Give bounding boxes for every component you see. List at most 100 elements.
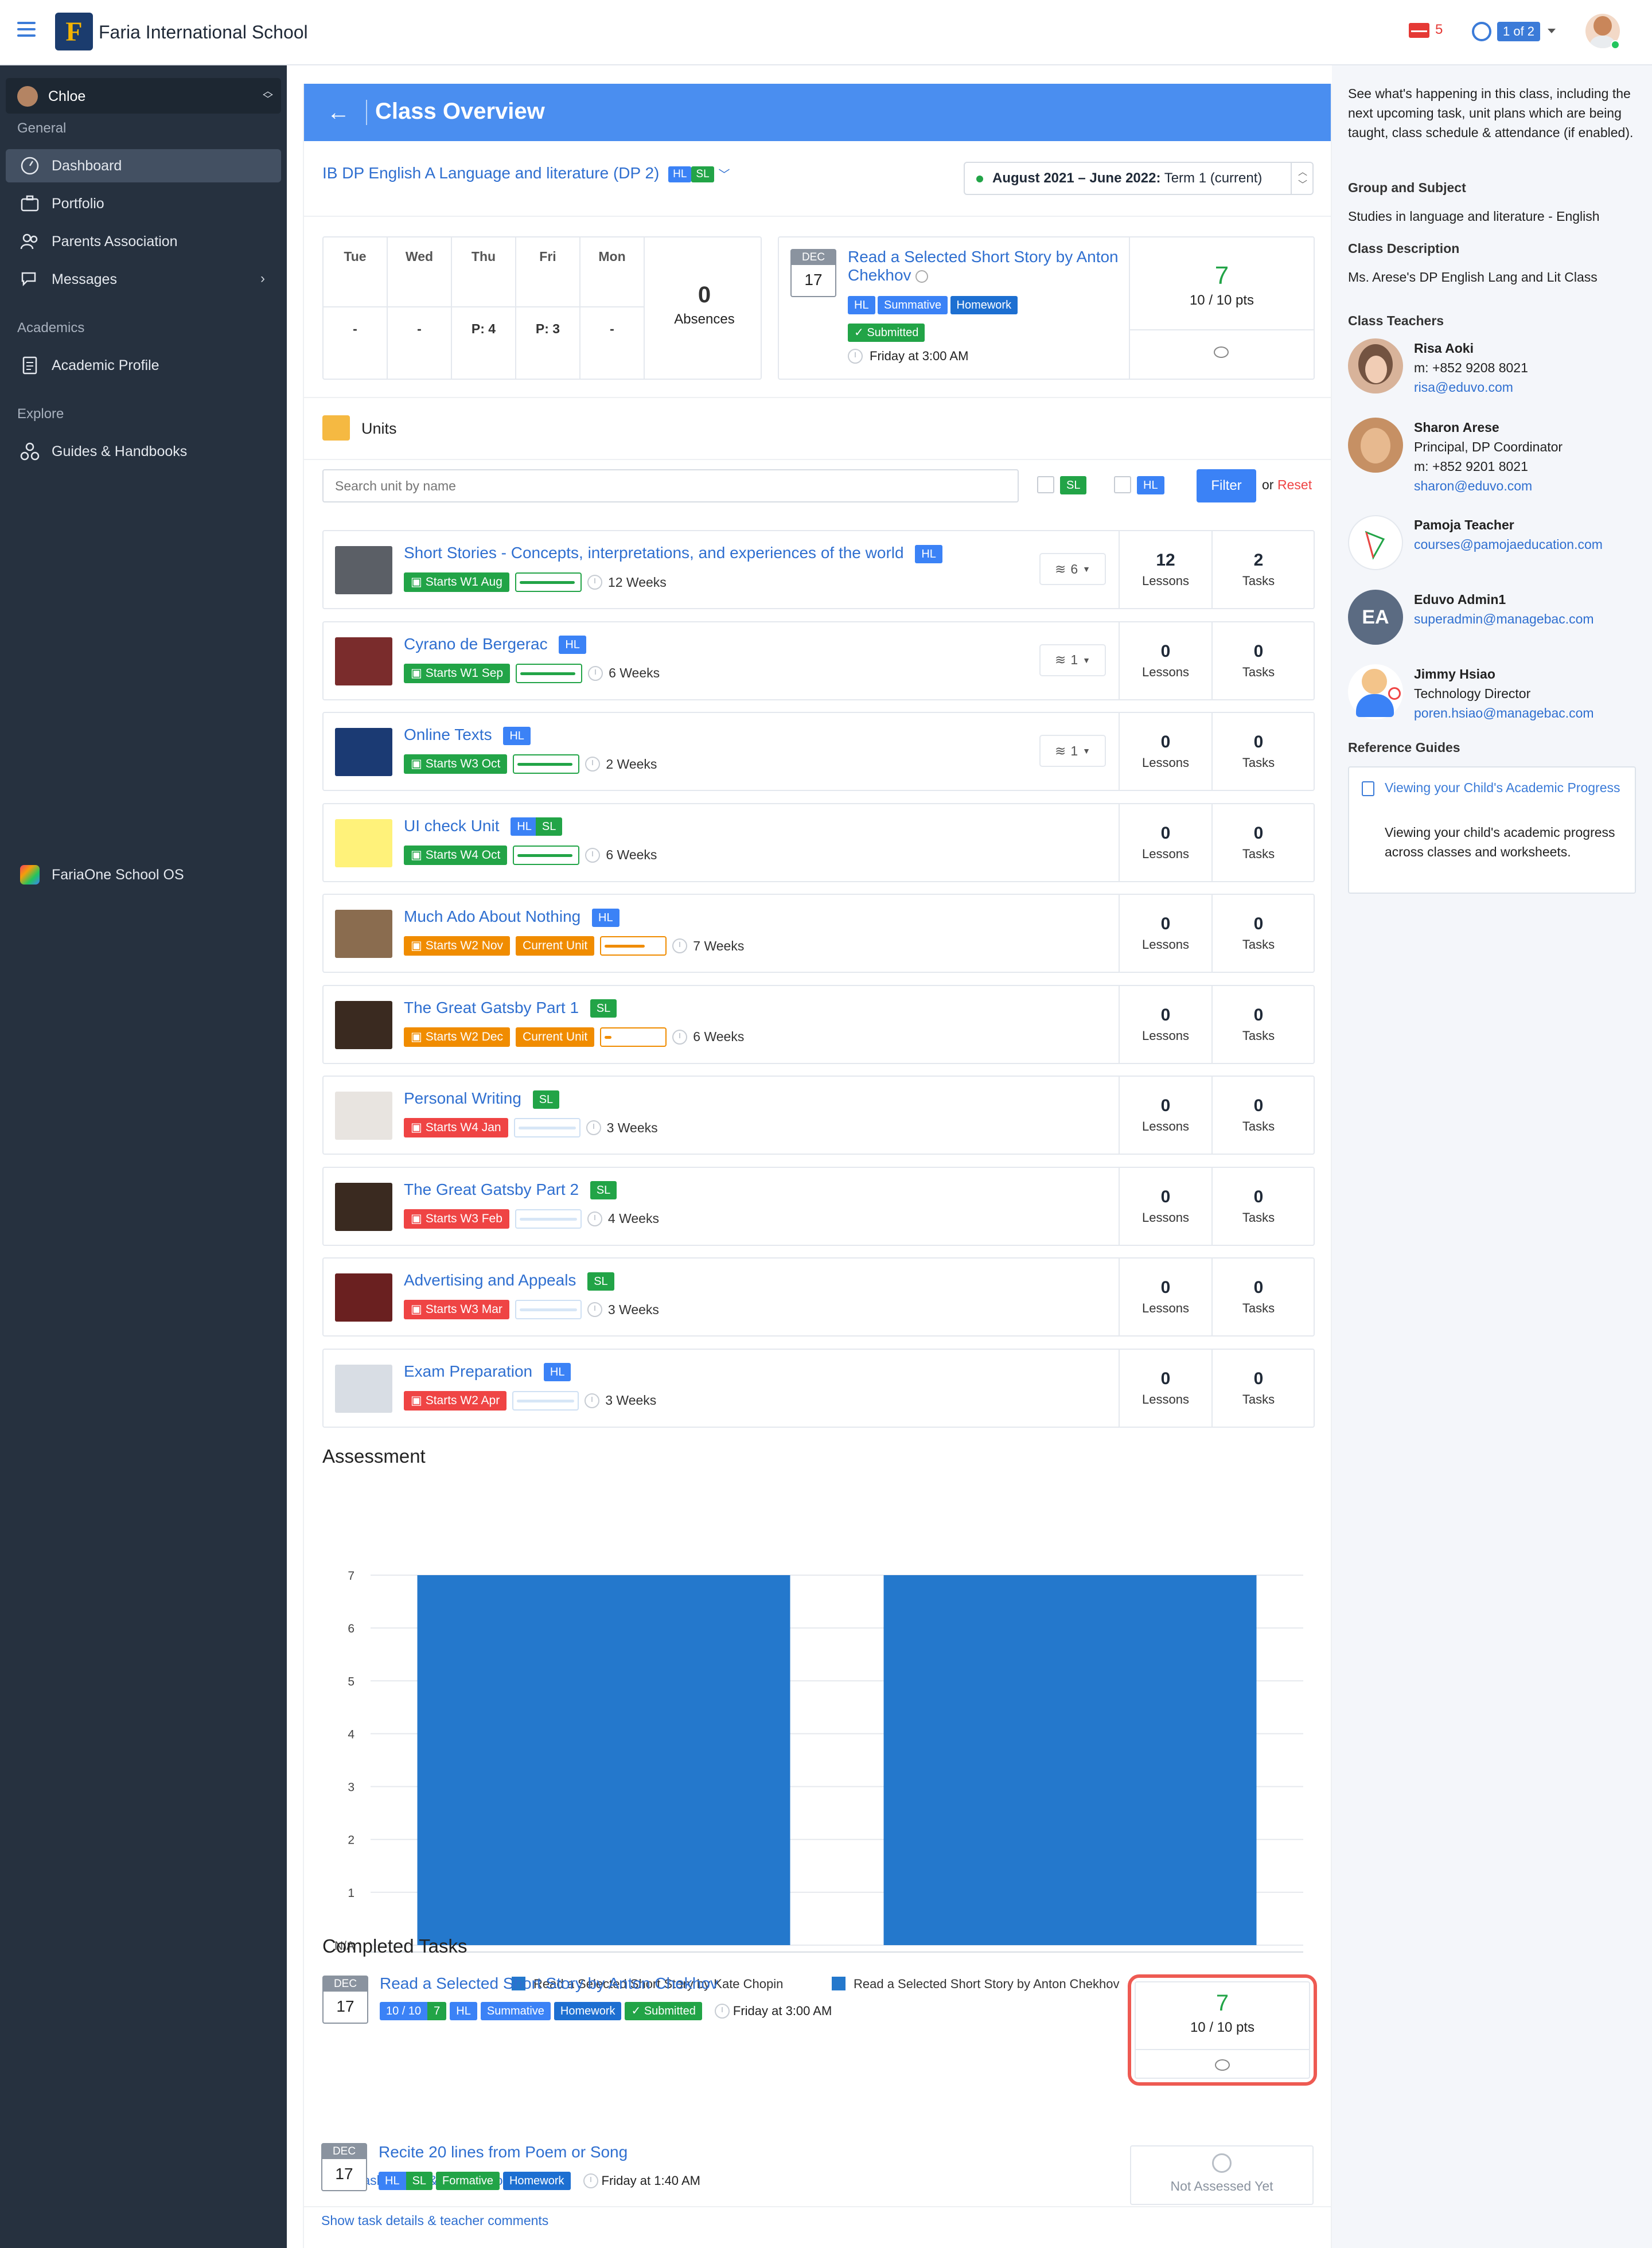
completed-task-title[interactable]: Read a Selected Short Story by Anton Che…: [380, 1974, 718, 1993]
unit-thumbnail[interactable]: [335, 910, 392, 958]
unit-row[interactable]: Advertising and Appeals SL ▣ Starts W3 M…: [322, 1257, 1315, 1337]
unit-dropdown-button[interactable]: ≋ 1 ▼: [1039, 735, 1106, 767]
current-unit-badge: Current Unit: [516, 936, 595, 956]
pager-badge[interactable]: 1 of 2: [1497, 22, 1541, 41]
mail-count[interactable]: 5: [1435, 22, 1443, 38]
teacher-email[interactable]: superadmin@managebac.com: [1414, 611, 1594, 626]
unit-name-row[interactable]: UI check Unit HL SL: [404, 817, 563, 836]
reference-guide-card[interactable]: Viewing your Child's Academic Progress V…: [1348, 766, 1636, 894]
unit-meta: ▣ Starts W4 Jan 3 Weeks: [404, 1118, 658, 1137]
chevron-down-icon[interactable]: [1548, 29, 1556, 33]
current-unit-badge: Current Unit: [516, 1027, 595, 1047]
teacher-card: EA Eduvo Admin1 superadmin@managebac.com: [1348, 590, 1646, 647]
unit-name-row[interactable]: Cyrano de Bergerac HL: [404, 635, 586, 654]
filter-button[interactable]: Filter: [1197, 469, 1256, 502]
bar[interactable]: [883, 1575, 1257, 1945]
tag-sl: SL: [406, 2172, 433, 2190]
unit-row[interactable]: Personal Writing SL ▣ Starts W4 Jan 3 We…: [322, 1076, 1315, 1155]
school-name[interactable]: Faria International School: [99, 22, 308, 43]
back-arrow-icon[interactable]: ←: [327, 101, 350, 124]
user-switcher[interactable]: Chloe ︿ ﹀: [6, 78, 281, 114]
school-logo[interactable]: F: [55, 13, 93, 50]
unit-meta: ▣ Starts W1 Sep 6 Weeks: [404, 663, 660, 683]
hamburger-menu-icon[interactable]: [17, 22, 36, 37]
unit-lessons: 12 Lessons: [1119, 531, 1211, 608]
unit-thumbnail[interactable]: [335, 546, 392, 594]
unit-thumbnail[interactable]: [335, 819, 392, 867]
upcoming-task-title[interactable]: Read a Selected Short Story by Anton Che…: [848, 248, 1135, 285]
comment-icon[interactable]: [1214, 346, 1229, 358]
unit-name-row[interactable]: Online Texts HL: [404, 726, 531, 745]
bar[interactable]: [417, 1575, 790, 1945]
spinner-icon[interactable]: ︿ ﹀: [1291, 163, 1314, 194]
unit-name[interactable]: The Great Gatsby Part 2: [404, 1181, 579, 1198]
class-name[interactable]: IB DP English A Language and literature …: [322, 164, 659, 182]
help-icon[interactable]: [1472, 22, 1491, 41]
reference-guide-title[interactable]: Viewing your Child's Academic Progress: [1385, 778, 1626, 797]
teacher-role: Technology Director: [1414, 686, 1531, 701]
hl-checkbox[interactable]: [1114, 476, 1131, 493]
sidebar-item-academic-profile[interactable]: Academic Profile: [6, 349, 281, 382]
unit-name[interactable]: Much Ado About Nothing: [404, 907, 580, 925]
unit-name-row[interactable]: The Great Gatsby Part 2 SL: [404, 1181, 617, 1200]
chevron-down-icon[interactable]: ﹀: [718, 169, 730, 181]
unit-thumbnail[interactable]: [335, 1273, 392, 1322]
unit-name[interactable]: Cyrano de Bergerac: [404, 635, 548, 653]
unit-dropdown-button[interactable]: ≋ 1 ▼: [1039, 644, 1106, 676]
unit-name-row[interactable]: Personal Writing SL: [404, 1089, 560, 1109]
unit-name[interactable]: Exam Preparation: [404, 1362, 532, 1380]
unit-name[interactable]: Online Texts: [404, 726, 492, 743]
unit-row[interactable]: The Great Gatsby Part 1 SL ▣ Starts W2 D…: [322, 984, 1315, 1064]
unit-search-input[interactable]: [322, 469, 1019, 502]
unit-name[interactable]: Advertising and Appeals: [404, 1271, 576, 1289]
unit-name[interactable]: Short Stories - Concepts, interpretation…: [404, 544, 904, 562]
unit-name-row[interactable]: The Great Gatsby Part 1 SL: [404, 999, 617, 1018]
points: 10 / 10 pts: [1189, 293, 1254, 308]
completed-task-title[interactable]: Recite 20 lines from Poem or Song: [379, 2143, 628, 2161]
unit-row[interactable]: Short Stories - Concepts, interpretation…: [322, 530, 1315, 609]
teacher-email[interactable]: sharon@eduvo.com: [1414, 478, 1532, 493]
teacher-email[interactable]: risa@eduvo.com: [1414, 380, 1513, 395]
sl-checkbox[interactable]: [1037, 476, 1054, 493]
unit-row[interactable]: UI check Unit HL SL ▣ Starts W4 Oct 6 Wee…: [322, 802, 1315, 882]
upcoming-task-card[interactable]: DEC 17 Read a Selected Short Story by An…: [778, 236, 1315, 380]
reset-link[interactable]: Reset: [1277, 477, 1312, 493]
unit-name-row[interactable]: Much Ado About Nothing HL: [404, 907, 620, 927]
unit-row[interactable]: The Great Gatsby Part 2 SL ▣ Starts W3 F…: [322, 1166, 1315, 1246]
unit-tasks: 0 Tasks: [1211, 1077, 1304, 1154]
unit-thumbnail[interactable]: [335, 1182, 392, 1231]
unit-name-row[interactable]: Advertising and Appeals SL: [404, 1271, 614, 1291]
unit-row[interactable]: Cyrano de Bergerac HL ▣ Starts W1 Sep 6 …: [322, 621, 1315, 700]
class-selector[interactable]: IB DP English A Language and literature …: [322, 164, 730, 182]
unit-row[interactable]: Much Ado About Nothing HL ▣ Starts W2 No…: [322, 894, 1315, 973]
unit-dropdown-button[interactable]: ≋ 6 ▼: [1039, 553, 1106, 585]
unit-name-row[interactable]: Short Stories - Concepts, interpretation…: [404, 544, 942, 563]
teacher-email[interactable]: courses@pamojaeducation.com: [1414, 537, 1603, 552]
unit-thumbnail[interactable]: [335, 637, 392, 685]
sidebar-item-portfolio[interactable]: Portfolio: [6, 187, 281, 220]
sidebar-item-fariaone[interactable]: FariaOne School OS: [6, 858, 281, 891]
unit-thumbnail[interactable]: [335, 1364, 392, 1413]
sidebar-item-messages[interactable]: Messages ›: [6, 263, 281, 296]
unit-name[interactable]: Personal Writing: [404, 1089, 521, 1107]
unit-name[interactable]: UI check Unit: [404, 817, 500, 835]
term-select[interactable]: August 2021 – June 2022: Term 1 (current…: [964, 162, 1314, 195]
reference-guide-desc: Viewing your child's academic progress a…: [1385, 825, 1615, 859]
teacher-email[interactable]: poren.hsiao@managebac.com: [1414, 706, 1594, 720]
unit-thumbnail[interactable]: [335, 728, 392, 776]
unit-row[interactable]: Online Texts HL ▣ Starts W3 Oct 2 Weeks …: [322, 712, 1315, 791]
tag-summative: Summative: [878, 296, 948, 314]
comment-icon[interactable]: [1215, 2059, 1230, 2071]
sidebar-item-dashboard[interactable]: Dashboard: [6, 149, 281, 182]
unit-row[interactable]: Exam Preparation HL ▣ Starts W2 Apr 3 We…: [322, 1348, 1315, 1428]
show-details-link[interactable]: Show task details & teacher comments: [321, 2213, 548, 2228]
unit-name-row[interactable]: Exam Preparation HL: [404, 1362, 571, 1382]
unit-thumbnail[interactable]: [335, 1000, 392, 1049]
sidebar-item-guides[interactable]: Guides & Handbooks: [6, 435, 281, 468]
unit-thumbnail[interactable]: [335, 1092, 392, 1140]
mail-icon[interactable]: [1409, 23, 1429, 38]
completed-score-panel[interactable]: 7 10 / 10 pts: [1128, 1974, 1317, 2086]
unit-name[interactable]: The Great Gatsby Part 1: [404, 999, 579, 1016]
term-range: August 2021 – June 2022:: [992, 170, 1161, 186]
sidebar-item-parents-association[interactable]: Parents Association: [6, 225, 281, 258]
